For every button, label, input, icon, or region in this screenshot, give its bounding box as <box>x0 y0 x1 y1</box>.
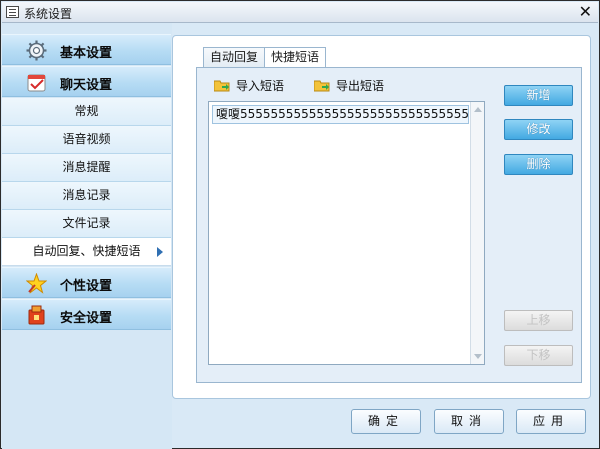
sidebar-item-file-history[interactable]: 文件记录 <box>2 210 171 238</box>
tab-auto-reply[interactable]: 自动回复 <box>203 47 266 68</box>
gear-icon <box>26 40 47 61</box>
list-item[interactable]: 嗄嗄55555555555555555555555555555555555555… <box>212 105 469 124</box>
move-up-button[interactable]: 上移 <box>504 310 573 331</box>
window-menu-icon[interactable] <box>6 6 19 18</box>
cancel-button[interactable]: 取消 <box>434 409 504 434</box>
sidebar-category-basic[interactable]: 基本设置 <box>2 34 171 65</box>
move-down-button[interactable]: 下移 <box>504 345 573 366</box>
phrase-list[interactable]: 嗄嗄55555555555555555555555555555555555555… <box>208 101 485 365</box>
import-folder-icon <box>214 80 230 92</box>
sidebar-category-security[interactable]: 安全设置 <box>2 299 171 330</box>
scroll-up-icon[interactable] <box>474 107 482 112</box>
security-icon <box>28 305 45 325</box>
ok-button[interactable]: 确定 <box>351 409 421 434</box>
sidebar: 基本设置 聊天设置 常规 语音视频 消息提醒 消息记录 文件记录 自动回复、快捷… <box>2 23 172 449</box>
sidebar-category-chat[interactable]: 聊天设置 <box>2 66 171 97</box>
delete-phrase-button[interactable]: 删除 <box>504 154 573 175</box>
sidebar-item-auto-reply[interactable]: 自动回复、快捷短语 <box>2 238 171 266</box>
sidebar-item-label: 自动回复、快捷短语 <box>32 244 141 258</box>
add-phrase-button[interactable]: 新增 <box>504 85 573 106</box>
export-phrases-button[interactable]: 导出短语 <box>314 76 384 96</box>
window-title: 系统设置 <box>24 7 73 21</box>
export-folder-icon <box>314 80 330 92</box>
apply-button[interactable]: 应用 <box>516 409 586 434</box>
title-bar[interactable]: 系统设置 ✕ <box>2 2 598 23</box>
sidebar-item-general[interactable]: 常规 <box>2 98 171 126</box>
sidebar-category-label: 基本设置 <box>60 46 113 61</box>
settings-window: 系统设置 ✕ 基本设置 聊天设置 常规 语音视频 消息提醒 消息记录 文件记录 … <box>0 0 600 449</box>
star-icon <box>26 273 47 294</box>
sidebar-category-label: 聊天设置 <box>60 78 113 93</box>
sidebar-item-voice-video[interactable]: 语音视频 <box>2 126 171 154</box>
export-phrases-label: 导出短语 <box>336 79 385 93</box>
sidebar-category-label: 安全设置 <box>60 311 113 326</box>
sidebar-category-label: 个性设置 <box>60 279 113 294</box>
chevron-right-icon <box>157 247 163 257</box>
import-phrases-button[interactable]: 导入短语 <box>214 76 284 96</box>
edit-phrase-button[interactable]: 修改 <box>504 119 573 140</box>
scroll-down-icon[interactable] <box>474 354 482 359</box>
sidebar-category-personal[interactable]: 个性设置 <box>2 267 171 298</box>
tab-quick-phrases[interactable]: 快捷短语 <box>264 47 327 69</box>
close-icon[interactable]: ✕ <box>579 3 592 21</box>
list-scrollbar[interactable] <box>470 102 484 364</box>
chat-settings-icon <box>27 74 46 92</box>
sidebar-item-notifications[interactable]: 消息提醒 <box>2 154 171 182</box>
sidebar-item-message-history[interactable]: 消息记录 <box>2 182 171 210</box>
import-phrases-label: 导入短语 <box>236 79 285 93</box>
